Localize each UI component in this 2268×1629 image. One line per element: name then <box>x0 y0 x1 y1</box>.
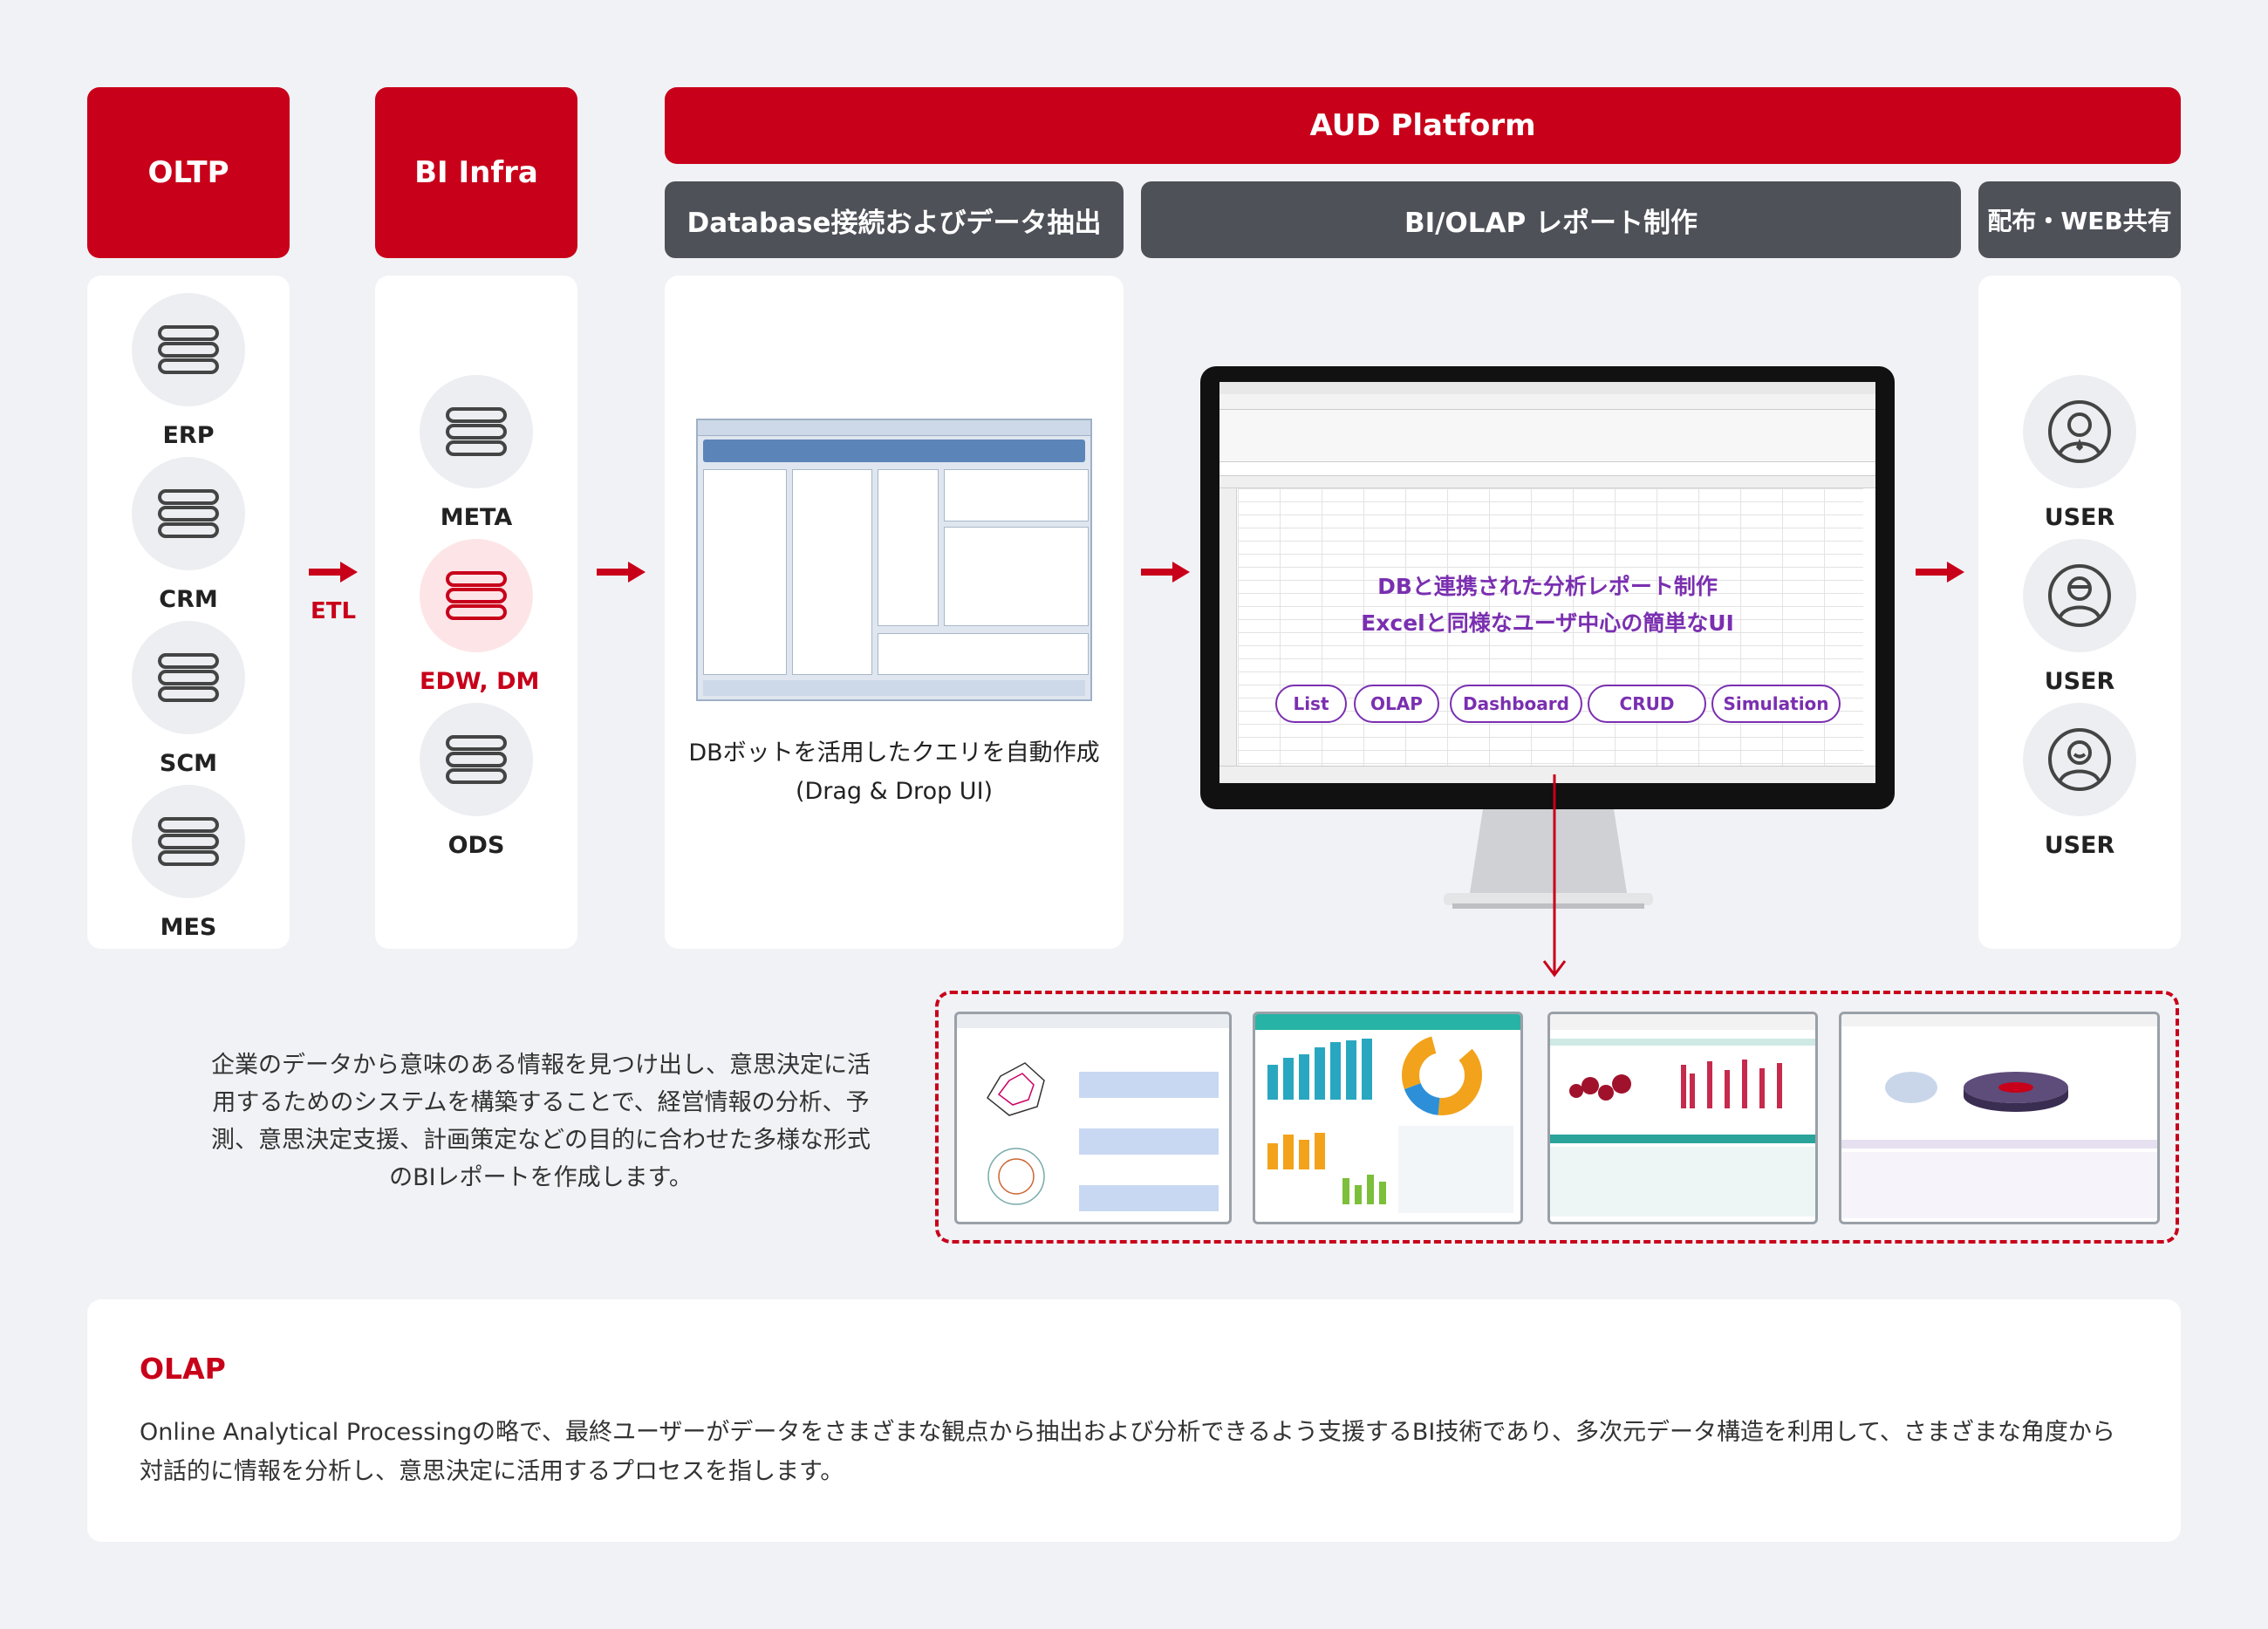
olap-title: OLAP <box>140 1352 226 1386</box>
description-text: 企業のデータから意味のある情報を見つけ出し、意思決定に活用するためのシステムを構… <box>211 1052 871 1191</box>
olap-body: Online Analytical Processingの略で、最終ユーザーがデ… <box>140 1419 2115 1485</box>
db-caption-line1: DBボットを活用したクエリを自動作成 <box>688 740 1100 767</box>
user-node: USER <box>2023 375 2136 531</box>
report-thumbnail-sales <box>1547 1012 1818 1224</box>
ods-node: ODS <box>420 703 533 859</box>
user-label: USER <box>2044 832 2115 859</box>
user-label: USER <box>2044 504 2115 531</box>
user-icon <box>2023 375 2136 488</box>
etl-label: ETL <box>310 598 357 624</box>
user-icon <box>2023 703 2136 816</box>
olap-pill: OLAP <box>1354 685 1439 723</box>
scm-node: SCM <box>132 621 245 777</box>
olap-panel: OLAP Online Analytical Processingの略で、最終ユ… <box>87 1299 2181 1542</box>
arrow-down-icon <box>1542 774 1567 978</box>
report-thumbnail-radar <box>954 1012 1232 1224</box>
crm-node: CRM <box>132 457 245 613</box>
erp-node: ERP <box>132 293 245 449</box>
monitor-text-line1: DBと連携された分析レポート制作 <box>1377 574 1718 599</box>
database-icon <box>132 785 245 898</box>
edw-dm-label: EDW, DM <box>420 668 540 695</box>
db-caption: DBボットを活用したクエリを自動作成 (Drag & Drop UI) <box>665 734 1124 811</box>
user-node: USER <box>2023 539 2136 695</box>
ods-label: ODS <box>447 832 505 859</box>
distribution-header: 配布・WEB共有 <box>1978 181 2181 258</box>
database-icon <box>420 703 533 816</box>
aud-platform-header: AUD Platform <box>665 87 2181 164</box>
db-caption-line2: (Drag & Drop UI) <box>795 778 994 805</box>
scm-label: SCM <box>159 750 218 777</box>
db-extract-header: Database接続およびデータ抽出 <box>665 181 1124 258</box>
erp-label: ERP <box>162 422 215 449</box>
query-builder-screenshot <box>696 419 1092 701</box>
meta-node: META <box>420 375 533 531</box>
mes-node: MES <box>132 785 245 941</box>
list-pill: List <box>1275 685 1347 723</box>
simulation-pill: Simulation <box>1711 685 1841 723</box>
database-icon <box>420 375 533 488</box>
arrow-right-icon <box>309 562 358 583</box>
report-thumbnail-olap <box>1839 1012 2160 1224</box>
arrow-right-icon <box>1916 562 1964 583</box>
crud-pill: CRUD <box>1588 685 1706 723</box>
arrow-right-icon <box>597 562 646 583</box>
dashboard-pill: Dashboard <box>1450 685 1582 723</box>
bi-olap-header: BI/OLAP レポート制作 <box>1141 181 1961 258</box>
user-icon <box>2023 539 2136 652</box>
edw-dm-node: EDW, DM <box>420 539 540 695</box>
user-node: USER <box>2023 703 2136 859</box>
user-label: USER <box>2044 668 2115 695</box>
monitor-text-line2: Excelと同様なユーザ中心の簡単なUI <box>1361 610 1734 636</box>
database-icon <box>132 621 245 734</box>
mes-label: MES <box>160 914 217 941</box>
bi-infra-header: BI Infra <box>375 87 577 258</box>
meta-label: META <box>440 504 513 531</box>
arrow-right-icon <box>1141 562 1190 583</box>
crm-label: CRM <box>159 586 218 613</box>
database-icon <box>420 539 533 652</box>
database-icon <box>132 293 245 406</box>
database-icon <box>132 457 245 570</box>
report-thumbnail-dashboard <box>1253 1012 1523 1224</box>
oltp-header: OLTP <box>87 87 290 258</box>
monitor-text: DBと連携された分析レポート制作 Excelと同様なユーザ中心の簡単なUI <box>1219 569 1875 642</box>
